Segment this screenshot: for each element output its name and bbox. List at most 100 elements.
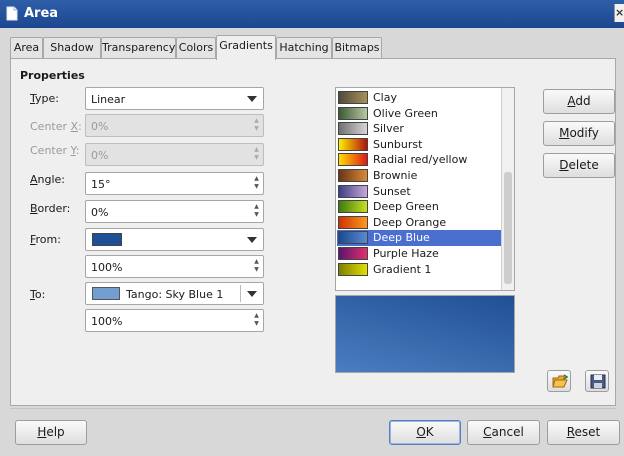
spin-arrows-icon: ▲ ▼	[254, 312, 259, 327]
gradients-panel: Properties Type: Linear Center X: 0% ▲ ▼ …	[10, 58, 616, 406]
gradient-list-item[interactable]: Olive Green	[337, 106, 501, 122]
gradient-list-item[interactable]: Deep Blue	[337, 230, 501, 246]
angle-spinbox[interactable]: 15° ▲ ▼	[85, 172, 264, 195]
border-value: 0%	[91, 206, 109, 219]
gradient-swatch	[338, 247, 368, 260]
tab-label: Area	[13, 41, 40, 54]
gradient-name: Deep Blue	[373, 231, 430, 245]
add-button[interactable]: Add	[543, 89, 615, 114]
border-label: Border:	[30, 202, 70, 215]
type-label: Type:	[30, 92, 59, 105]
from-label: From:	[30, 233, 61, 246]
button-label: elp	[46, 425, 65, 439]
reset-button[interactable]: Reset	[547, 420, 620, 445]
label-text: ngle:	[37, 173, 66, 186]
mnemonic: O	[416, 425, 426, 439]
gradient-name: Brownie	[373, 169, 418, 182]
spin-arrows-icon: ▲ ▼	[254, 175, 259, 190]
chevron-down-icon	[247, 291, 257, 297]
mnemonic: D	[559, 158, 569, 172]
window-title: Area	[24, 6, 59, 21]
gradient-name: Radial red/yellow	[373, 153, 468, 167]
mnemonic: C	[483, 425, 492, 439]
gradient-name: Olive Green	[373, 106, 438, 120]
tab-hatching[interactable]: Hatching	[276, 37, 332, 59]
angle-value: 15°	[91, 178, 111, 191]
gradient-list-item[interactable]: Sunset	[337, 184, 501, 200]
list-scrollbar[interactable]	[501, 88, 514, 290]
button-label: eset	[574, 425, 601, 439]
tab-area[interactable]: Area	[10, 37, 43, 59]
gradient-name: Sunburst	[373, 137, 423, 151]
gradient-swatch	[338, 106, 368, 120]
properties-heading: Properties	[20, 69, 85, 82]
tab-shadow[interactable]: Shadow	[43, 37, 101, 59]
floppy-disk-icon	[590, 374, 606, 392]
from-intensity-spinbox[interactable]: 100% ▲ ▼	[85, 255, 264, 278]
button-label: ancel	[491, 425, 524, 439]
type-value: Linear	[91, 93, 126, 106]
center-y-value: 0%	[91, 149, 109, 162]
gradient-list-item[interactable]: Gradient 1	[337, 262, 501, 278]
tab-label: Gradients	[219, 39, 273, 52]
label-text: o:	[34, 288, 46, 301]
gradient-name: Deep Green	[373, 200, 439, 214]
ok-button[interactable]: OK	[389, 420, 461, 445]
button-label: elete	[568, 158, 599, 172]
center-x-spinbox[interactable]: 0% ▲ ▼	[85, 114, 264, 137]
center-y-label: Center Y:	[30, 144, 80, 157]
tab-label: Transparency	[102, 41, 176, 54]
gradient-list-item[interactable]: Sunburst	[337, 137, 501, 153]
to-color-swatch	[92, 287, 120, 300]
tab-gradients[interactable]: Gradients	[216, 35, 276, 60]
center-y-spinbox[interactable]: 0% ▲ ▼	[85, 143, 264, 166]
gradient-swatch	[338, 153, 368, 167]
center-x-value: 0%	[91, 120, 109, 133]
spin-arrows-icon: ▲ ▼	[254, 117, 259, 132]
from-color-dropdown[interactable]	[85, 228, 264, 251]
to-color-dropdown[interactable]: Tango: Sky Blue 1	[85, 282, 264, 305]
help-button[interactable]: Help	[15, 420, 87, 445]
to-intensity-value: 100%	[91, 315, 123, 328]
gradient-list-item[interactable]: Radial red/yellow	[337, 152, 501, 168]
from-color-swatch	[92, 233, 122, 246]
gradient-list-item[interactable]: Brownie	[337, 168, 501, 184]
gradient-name: Purple Haze	[373, 247, 439, 260]
button-label: K	[425, 425, 434, 439]
tab-bitmaps[interactable]: Bitmaps	[332, 37, 382, 59]
mnemonic: X	[70, 120, 79, 133]
gradient-list-item[interactable]: Deep Orange	[337, 215, 501, 231]
mnemonic: M	[559, 126, 570, 140]
to-label: To:	[30, 288, 45, 301]
label-text: :	[78, 120, 82, 133]
mnemonic: A	[30, 173, 38, 186]
gradient-name: Clay	[373, 91, 397, 104]
gradient-swatch	[338, 262, 368, 276]
cancel-button[interactable]: Cancel	[467, 420, 540, 445]
tab-label: Colors	[178, 41, 214, 54]
type-dropdown[interactable]: Linear	[85, 87, 264, 110]
chevron-down-icon	[247, 237, 257, 243]
button-label: dd	[575, 94, 591, 108]
gradient-list-item[interactable]: Purple Haze	[337, 246, 501, 262]
delete-button[interactable]: Delete	[543, 153, 615, 178]
gradient-list-item[interactable]: Silver	[337, 121, 501, 137]
gradient-preview	[335, 295, 515, 373]
close-icon[interactable]: ×	[614, 4, 624, 22]
save-gradients-button[interactable]	[585, 370, 609, 392]
gradient-list[interactable]: Clay Olive Green Silver Sunburst Radial red/…	[335, 87, 515, 291]
gradient-list-item[interactable]: Clay	[337, 90, 501, 106]
scrollbar-thumb[interactable]	[504, 172, 512, 284]
tab-colors[interactable]: Colors	[176, 37, 216, 59]
border-spinbox[interactable]: 0% ▲ ▼	[85, 200, 264, 223]
load-gradients-button[interactable]	[547, 370, 571, 392]
footer-divider	[10, 408, 616, 409]
modify-button[interactable]: Modify	[543, 121, 615, 146]
tab-transparency[interactable]: Transparency	[101, 37, 176, 59]
mnemonic: H	[37, 425, 47, 439]
gradient-list-item[interactable]: Deep Green	[337, 199, 501, 215]
label-text: order:	[37, 202, 71, 215]
to-intensity-spinbox[interactable]: 100% ▲ ▼	[85, 309, 264, 332]
title-bar: Area ×	[0, 0, 624, 28]
label-text: :	[75, 144, 80, 157]
